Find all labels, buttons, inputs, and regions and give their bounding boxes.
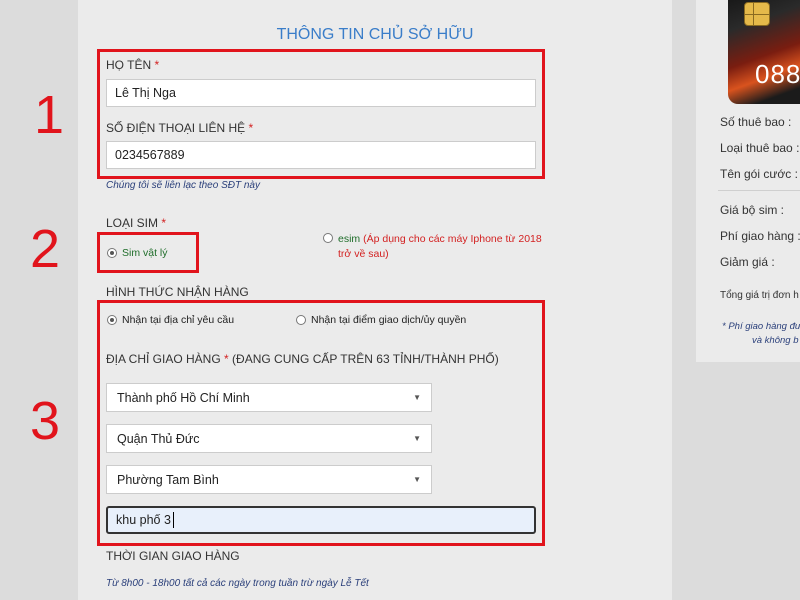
esim-note: (Áp dụng cho các máy Iphone từ 2018 trở …: [338, 233, 542, 260]
sim-kit-price-label: Giá bộ sim :: [720, 203, 785, 217]
shipping-note-line2: và không b: [752, 335, 799, 346]
order-total-label: Tổng giá trị đơn h: [720, 290, 799, 301]
phone-note: Chúng tôi sẽ liên lạc theo SĐT này: [106, 180, 260, 191]
sim-option-esim[interactable]: esim (Áp dụng cho các máy Iphone từ 2018…: [323, 232, 543, 262]
subscriber-number-label: Số thuê bao :: [720, 115, 792, 129]
annotation-box-2: [97, 232, 199, 273]
sim-option-esim-label: esim: [338, 233, 361, 245]
right-background: [696, 362, 800, 600]
annotation-box-1: [97, 49, 545, 179]
radio-unselected-icon[interactable]: [323, 233, 333, 243]
step-number-2: 2: [30, 219, 61, 279]
delivery-method-label: HÌNH THỨC NHẬN HÀNG: [106, 285, 249, 299]
sim-type-label-text: LOẠI SIM: [106, 216, 159, 230]
section-title: THÔNG TIN CHỦ SỞ HỮU: [276, 26, 474, 43]
annotation-box-3: [97, 300, 545, 546]
subscriber-type-label: Loại thuê bao :: [720, 141, 800, 155]
step-number-3: 3: [30, 391, 61, 451]
sim-card-image: 088: [728, 0, 800, 104]
step-number-1: 1: [34, 85, 65, 145]
required-mark: *: [161, 216, 167, 230]
delivery-time-note: Từ 8h00 - 18h00 tất cả các ngày trong tu…: [106, 578, 369, 589]
shipping-fee-label: Phí giao hàng :: [720, 229, 800, 243]
summary-divider: [718, 190, 800, 191]
discount-label: Giảm giá :: [720, 255, 775, 269]
right-gutter: [672, 0, 696, 600]
sim-type-label: LOẠI SIM *: [106, 216, 166, 230]
shipping-note-line1: * Phí giao hàng đư: [722, 321, 800, 332]
delivery-time-label: THỜI GIAN GIAO HÀNG: [106, 549, 240, 563]
plan-name-label: Tên gói cước :: [720, 167, 798, 181]
sim-chip-icon: [744, 2, 770, 26]
sim-number: 088: [755, 59, 800, 89]
